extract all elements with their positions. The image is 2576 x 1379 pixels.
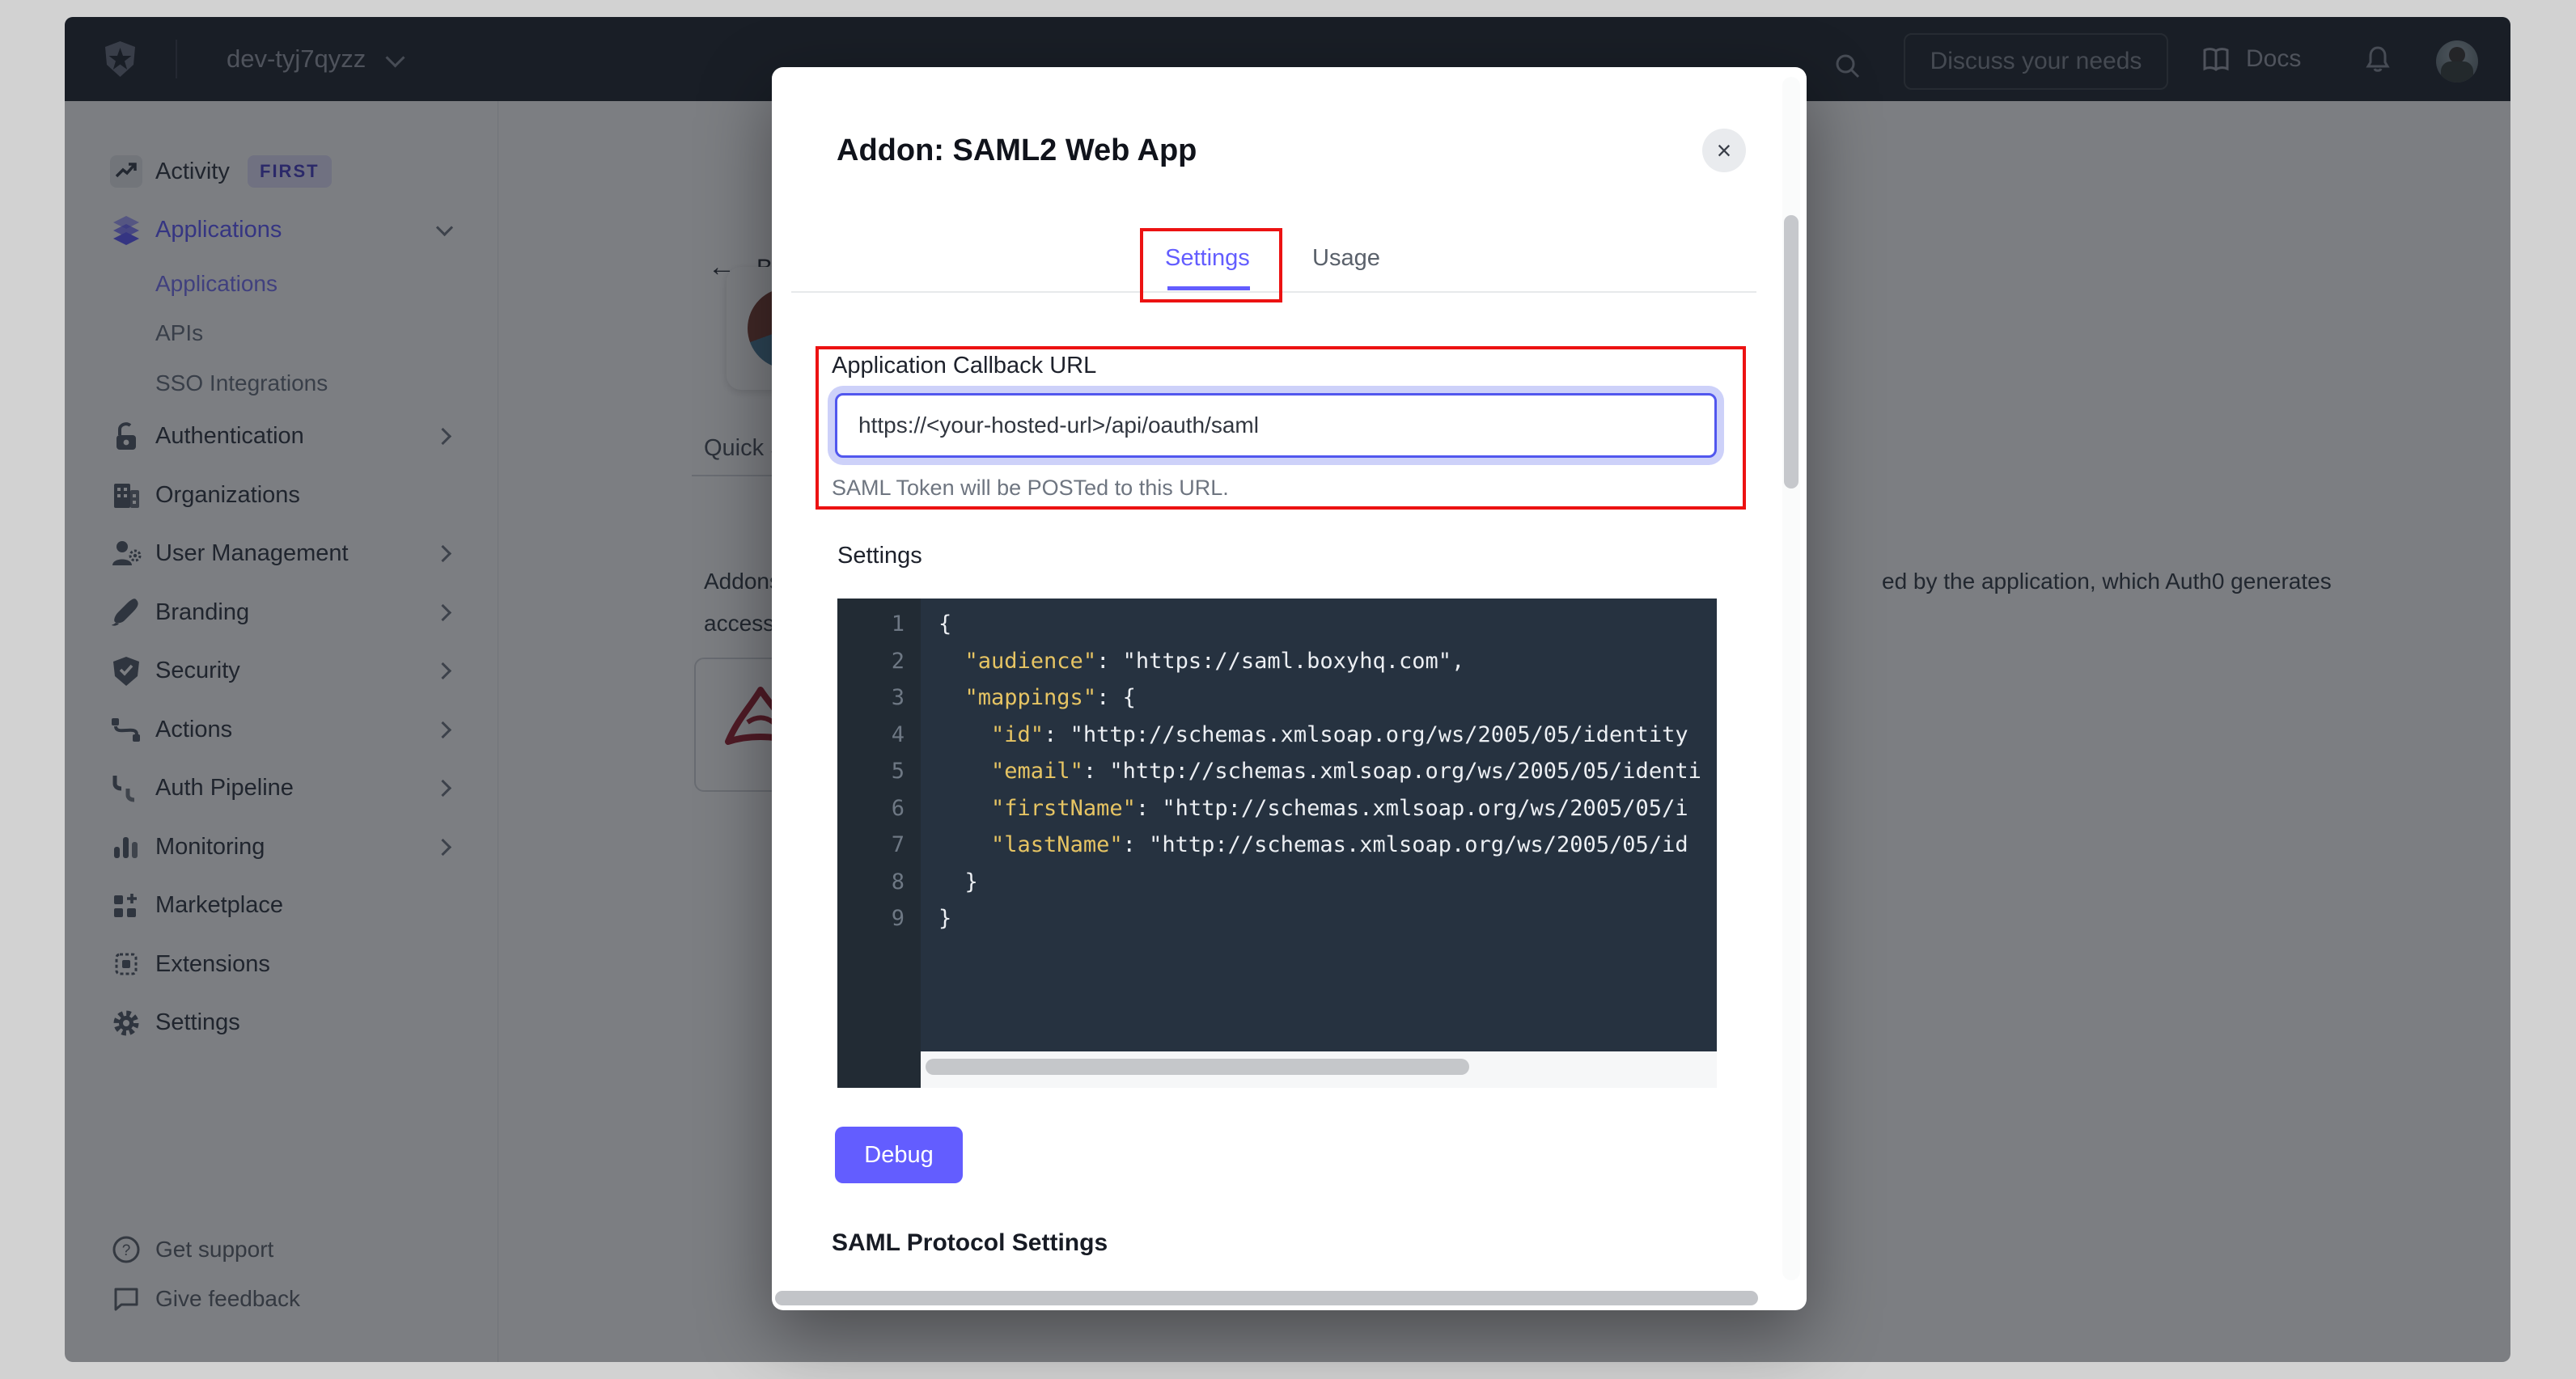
modal-hscrollbar-thumb[interactable] <box>775 1291 1758 1305</box>
annotation-rect-settings-tab <box>1140 228 1282 302</box>
close-icon[interactable]: × <box>1702 129 1746 172</box>
modal-vscrollbar-track[interactable] <box>1782 77 1800 1280</box>
editor-code[interactable]: { "audience": "https://saml.boxyhq.com",… <box>938 606 1701 937</box>
debug-button[interactable]: Debug <box>835 1127 963 1183</box>
callback-url-helper: SAML Token will be POSTed to this URL. <box>832 476 1229 501</box>
modal-hscrollbar-track[interactable] <box>775 1290 1803 1306</box>
editor-line-numbers: 1 2 3 4 5 6 7 8 9 <box>837 606 905 937</box>
modal-title: Addon: SAML2 Web App <box>837 133 1197 168</box>
callback-url-input[interactable] <box>835 393 1717 458</box>
screenshot-stage: dev-tyj7qyzz Discuss your needs Docs Act… <box>0 0 2576 1379</box>
editor-hscrollbar-thumb[interactable] <box>926 1059 1469 1075</box>
tab-usage[interactable]: Usage <box>1312 245 1380 272</box>
addon-saml2-modal: Addon: SAML2 Web App × Settings Usage Ap… <box>772 67 1807 1310</box>
settings-json-editor[interactable]: 1 2 3 4 5 6 7 8 9 { "audience": "https:/… <box>837 599 1717 1088</box>
saml-protocol-settings-heading: SAML Protocol Settings <box>832 1229 1108 1257</box>
callback-url-label: Application Callback URL <box>832 353 1096 379</box>
modal-vscrollbar-thumb[interactable] <box>1784 215 1799 489</box>
settings-section-label: Settings <box>837 543 922 569</box>
editor-hscrollbar-track[interactable] <box>921 1051 1717 1088</box>
